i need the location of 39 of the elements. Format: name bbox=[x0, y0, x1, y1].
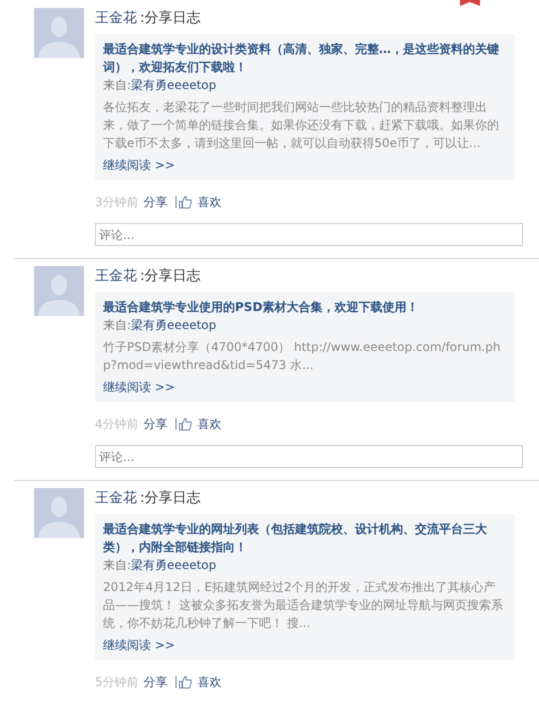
comment-field[interactable]: 评论... bbox=[95, 223, 523, 246]
avatar[interactable] bbox=[34, 8, 84, 58]
avatar[interactable] bbox=[34, 266, 84, 316]
read-more-link[interactable]: 继续阅读 >> bbox=[103, 156, 507, 174]
blog-title-link[interactable]: 最适合建筑学专业的网址列表（包括建筑院校、设计机构、交流平台三大类），内附全部链接指向！ bbox=[103, 520, 507, 556]
ribbon-icon bbox=[460, 0, 480, 6]
read-more-link[interactable]: 继续阅读 >> bbox=[103, 378, 507, 396]
thumbs-up-icon bbox=[174, 195, 193, 209]
source-link[interactable]: 梁有勇eeeetop bbox=[131, 318, 216, 332]
post-time: 4分钟前 bbox=[95, 416, 139, 432]
blog-title-link[interactable]: 最适合建筑学专业使用的PSD素材大合集，欢迎下载使用！ bbox=[103, 298, 507, 316]
author-link[interactable]: 王金花 bbox=[95, 268, 137, 284]
author-link[interactable]: 王金花 bbox=[95, 10, 137, 26]
blog-excerpt: 各位拓友，老梁花了一些时间把我们网站一些比较热门的精品资料整理出来，做了一个简单的链接合集。如果你还没有下载，赶紧下载哦。如果你的下载e币不太多，请到这里回一帖，就可以自动获得50e币了，可以让... bbox=[103, 99, 500, 152]
post-time: 5分钟前 bbox=[95, 674, 139, 690]
source-label: 来自: bbox=[103, 318, 132, 332]
blog-excerpt: 2012年4月12日，E拓建筑网经过2个月的开发，正式发布推出了其核心产品——搜筑！ 这被众多拓友誉为最适合建筑学专业的网址导航与网页搜索系统，你不妨花几秒钟了解一下吧！ 搜... bbox=[103, 579, 504, 632]
action-text: :分享日志 bbox=[140, 10, 201, 26]
author-link[interactable]: 王金花 bbox=[95, 490, 137, 506]
share-link[interactable]: 分享 bbox=[144, 674, 168, 690]
like-link[interactable]: 喜欢 bbox=[198, 194, 222, 210]
action-text: :分享日志 bbox=[140, 268, 201, 284]
blog-title-link[interactable]: 最适合建筑学专业的设计类资料（高清、独家、完整…，是这些资料的关键词），欢迎拓友们下载啦！ bbox=[103, 40, 507, 76]
share-link[interactable]: 分享 bbox=[144, 416, 168, 432]
share-link[interactable]: 分享 bbox=[144, 194, 168, 210]
thumbs-up-icon bbox=[174, 675, 193, 689]
source-link[interactable]: 梁有勇eeeetop bbox=[131, 558, 216, 572]
avatar[interactable] bbox=[34, 488, 84, 538]
thumbs-up-icon bbox=[174, 417, 193, 431]
comment-field[interactable]: 评论... bbox=[95, 445, 523, 468]
source-label: 来自: bbox=[103, 558, 132, 572]
blog-excerpt: 竹子PSD素材分享（4700*4700） http://www.eeeetop.com/forum.php?mod=viewthread&tid=5473 水... bbox=[103, 339, 502, 374]
like-link[interactable]: 喜欢 bbox=[198, 416, 222, 432]
like-link[interactable]: 喜欢 bbox=[198, 674, 222, 690]
source-link[interactable]: 梁有勇eeeetop bbox=[131, 78, 216, 92]
post-time: 3分钟前 bbox=[95, 194, 139, 210]
source-label: 来自: bbox=[103, 78, 132, 92]
read-more-link[interactable]: 继续阅读 >> bbox=[103, 636, 507, 654]
action-text: :分享日志 bbox=[140, 490, 201, 506]
